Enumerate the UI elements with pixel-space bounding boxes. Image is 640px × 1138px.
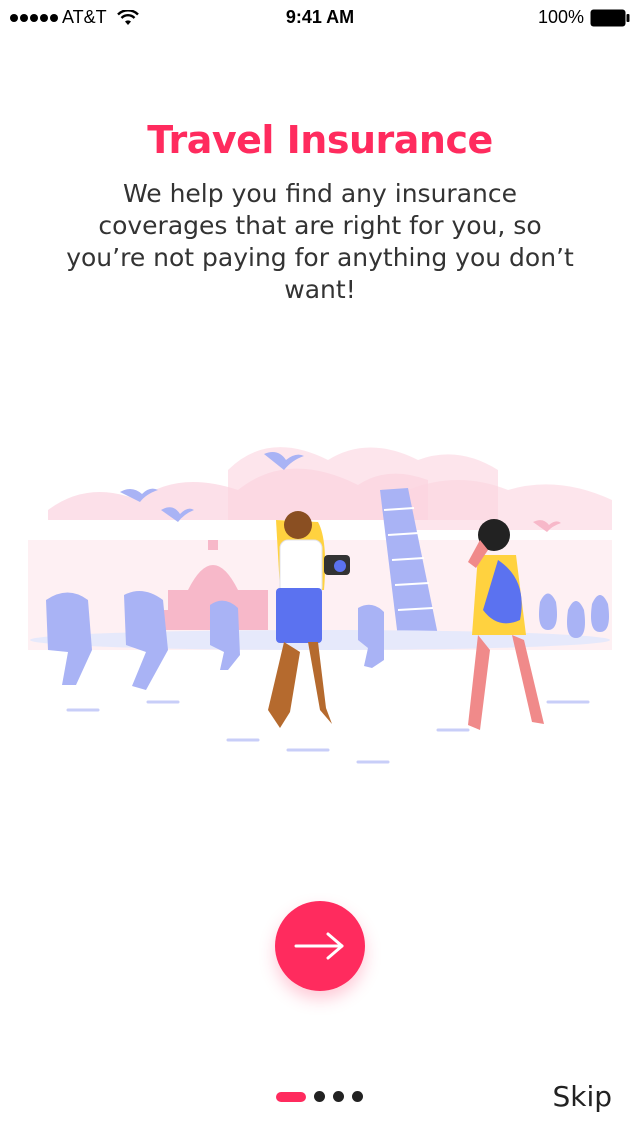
battery-percentage: 100% bbox=[537, 7, 584, 27]
page-dot bbox=[352, 1091, 363, 1102]
page-dot-active bbox=[276, 1091, 306, 1102]
battery-icon bbox=[590, 9, 630, 26]
page-dot bbox=[314, 1091, 325, 1102]
next-button[interactable] bbox=[275, 901, 365, 991]
skip-button[interactable]: Skip bbox=[552, 1080, 612, 1113]
status-right: 100% bbox=[538, 7, 630, 28]
status-bar: AT&T 9:41 AM 100% bbox=[0, 0, 640, 36]
page-title: Travel Insurance bbox=[147, 118, 493, 162]
page-indicator bbox=[276, 1091, 363, 1102]
ground-lines bbox=[66, 700, 590, 764]
travel-illustration bbox=[28, 447, 612, 764]
page-dot bbox=[333, 1091, 344, 1102]
page-description: We help you find any insurance coverages… bbox=[66, 179, 574, 304]
arrow-right-icon bbox=[294, 932, 344, 960]
